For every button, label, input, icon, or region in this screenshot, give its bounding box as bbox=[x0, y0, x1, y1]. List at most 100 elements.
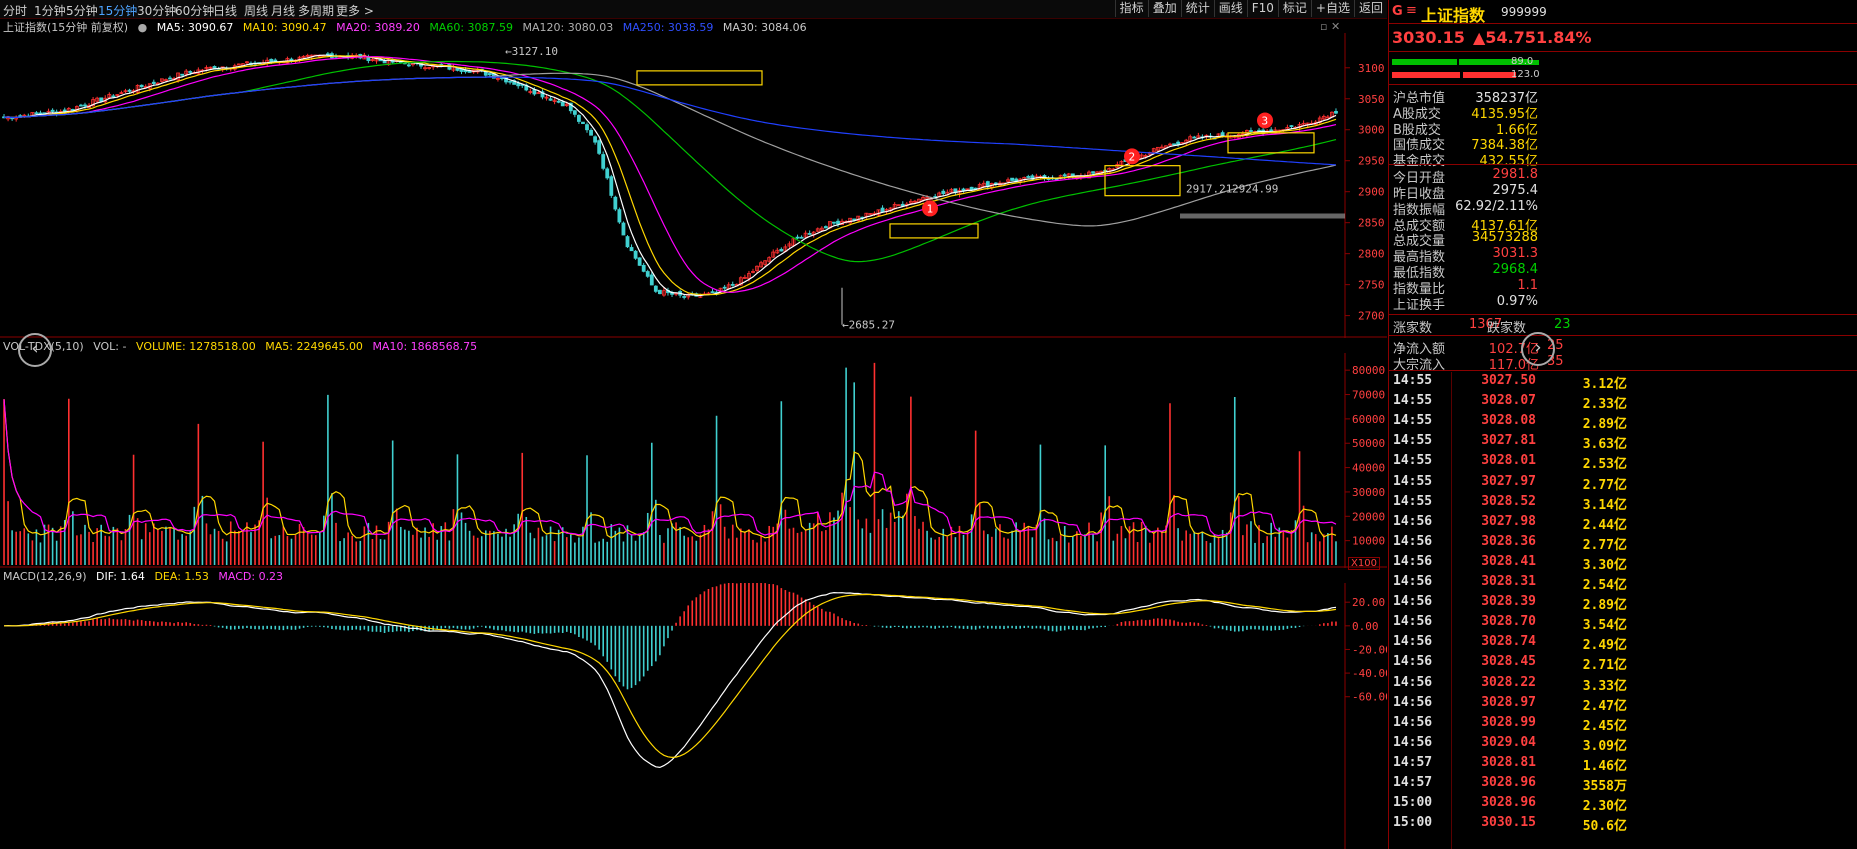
candle-body bbox=[560, 101, 565, 107]
y-tick-label: 3000 bbox=[1358, 124, 1385, 137]
menu-icon[interactable]: ≡ bbox=[1406, 3, 1417, 18]
y-tick-label: 2700 bbox=[1358, 310, 1385, 323]
candle-body bbox=[836, 220, 840, 225]
tick-price: 3030.15 bbox=[1481, 815, 1536, 831]
tool-button-6[interactable]: +自选 bbox=[1310, 0, 1354, 17]
y-tick-label: -40.00 bbox=[1352, 667, 1387, 680]
tick-row: 14:55 3028.07 2.33亿 bbox=[1389, 392, 1857, 412]
period-tab-3[interactable]: 15分钟 bbox=[98, 2, 137, 19]
tool-button-4[interactable]: F10 bbox=[1246, 0, 1278, 17]
candle-body bbox=[188, 71, 193, 73]
tick-row: 14:56 3028.22 3.33亿 bbox=[1389, 674, 1857, 694]
tick-row: 14:56 3028.99 2.45亿 bbox=[1389, 714, 1857, 734]
period-tab-9[interactable]: 多周期 bbox=[298, 2, 334, 19]
tick-price: 3028.96 bbox=[1481, 795, 1536, 811]
down-bar bbox=[1392, 72, 1460, 78]
tick-price: 3028.99 bbox=[1481, 714, 1536, 730]
period-tab-5[interactable]: 60分钟 bbox=[175, 2, 214, 19]
tick-row: 14:55 3027.81 3.63亿 bbox=[1389, 432, 1857, 452]
period-tab-10[interactable]: 更多 > bbox=[336, 2, 374, 19]
tick-time: 14:56 bbox=[1393, 533, 1433, 549]
tick-price: 3028.39 bbox=[1481, 594, 1536, 610]
kline-chart[interactable]: 3100 3050 3000 2950 2900 2850 2800 2750 2700 1 2 3 ←… bbox=[0, 33, 1387, 338]
candle-body bbox=[593, 136, 598, 143]
tick-amount: 2.54亿 bbox=[1582, 578, 1627, 593]
box-label-right: 2924.99 bbox=[1232, 183, 1278, 196]
window-controls[interactable]: ▫ ✕ bbox=[1320, 20, 1340, 33]
highlight-box bbox=[889, 223, 979, 239]
candle-body bbox=[269, 58, 274, 63]
vol-ma5-line bbox=[3, 399, 1337, 539]
candle-body bbox=[548, 98, 553, 101]
y-tick-label: 10000 bbox=[1352, 535, 1385, 548]
y-tick-label: 0.00 bbox=[1352, 620, 1379, 633]
candle-body bbox=[799, 236, 804, 239]
vol-vol: VOL: - bbox=[93, 340, 127, 353]
tick-time: 15:00 bbox=[1393, 795, 1433, 811]
volume-chart[interactable]: 80000 70000 60000 50000 40000 30000 20000 10000 bbox=[0, 353, 1387, 568]
candle-body bbox=[1249, 130, 1253, 132]
candle-body bbox=[127, 89, 132, 92]
y-tick-label: -60.00 bbox=[1352, 691, 1387, 704]
candle-body bbox=[572, 110, 577, 115]
tick-amount: 2.49亿 bbox=[1582, 638, 1627, 654]
box-label-left: 2917.21 bbox=[1186, 183, 1232, 196]
ma120-line bbox=[3, 72, 1337, 227]
candle-body bbox=[653, 285, 658, 292]
macd-dif: DIF: 1.64 bbox=[96, 570, 145, 583]
y-tick-label: 2950 bbox=[1358, 155, 1385, 168]
period-tab-7[interactable]: 周线 bbox=[244, 2, 268, 19]
period-tab-6[interactable]: 日线 bbox=[213, 2, 237, 19]
tick-row: 14:56 3028.97 2.47亿 bbox=[1389, 694, 1857, 714]
tick-price: 3028.07 bbox=[1481, 393, 1536, 409]
down-bar-2 bbox=[1463, 72, 1516, 78]
candle-body bbox=[50, 109, 55, 112]
candle-body bbox=[625, 236, 630, 248]
next-arrow-button[interactable]: › bbox=[1521, 332, 1555, 366]
tick-amount: 2.53亿 bbox=[1582, 457, 1627, 473]
tool-button-7[interactable]: 返回 bbox=[1353, 0, 1387, 17]
period-tab-2[interactable]: 5分钟 bbox=[66, 2, 98, 19]
candle-body bbox=[111, 95, 116, 98]
period-tab-8[interactable]: 月线 bbox=[271, 2, 295, 19]
tool-button-5[interactable]: 标记 bbox=[1277, 0, 1311, 17]
tick-amount: 2.77亿 bbox=[1582, 477, 1627, 493]
tool-button-3[interactable]: 画线 bbox=[1213, 0, 1247, 17]
candle-body bbox=[1010, 177, 1014, 181]
tick-time: 14:55 bbox=[1393, 453, 1433, 469]
stat-label: 上证换手 bbox=[1393, 297, 1446, 313]
y-tick-label: 3100 bbox=[1358, 62, 1385, 75]
tick-time: 14:55 bbox=[1393, 373, 1433, 388]
stat-row: 上证换手 0.97% bbox=[1389, 293, 1857, 313]
candle-body bbox=[1172, 143, 1176, 146]
price-change: ▲54.75 bbox=[1473, 28, 1536, 47]
period-tab-0[interactable]: 分时 bbox=[3, 2, 27, 19]
period-tab-1[interactable]: 1分钟 bbox=[34, 2, 66, 19]
tick-time: 14:56 bbox=[1393, 553, 1433, 569]
current-price: 3030.15 bbox=[1392, 28, 1465, 47]
tick-time: 14:55 bbox=[1393, 433, 1433, 449]
candle-body bbox=[852, 218, 857, 221]
tick-row: 14:57 3028.96 3558万 bbox=[1389, 774, 1857, 794]
candle-body bbox=[637, 257, 642, 266]
tick-row: 14:57 3028.81 1.46亿 bbox=[1389, 754, 1857, 774]
candle-body bbox=[139, 84, 144, 88]
tool-button-1[interactable]: 叠加 bbox=[1147, 0, 1181, 17]
tool-button-2[interactable]: 统计 bbox=[1180, 0, 1214, 17]
quote-panel: G ≡ 上证指数 999999 3030.15 ▲54.75 1.84% 89.… bbox=[1388, 0, 1857, 849]
marker-label: 1 bbox=[927, 202, 934, 215]
tick-price: 3028.31 bbox=[1481, 574, 1536, 589]
tick-time: 14:55 bbox=[1393, 413, 1433, 429]
tick-row: 15:00 3030.15 50.6亿 bbox=[1389, 814, 1857, 834]
candle-body bbox=[601, 154, 606, 169]
candle-body bbox=[79, 104, 83, 107]
macd-chart[interactable]: 20.00 0.00 -20.00 -40.00 -60.00 bbox=[0, 583, 1387, 849]
logo-icon: G bbox=[1392, 4, 1403, 19]
chart-tools: 指标 叠加 统计 画线 F10 标记 +自选 返回 bbox=[1114, 0, 1387, 18]
candle-body bbox=[779, 248, 784, 252]
candle-body bbox=[641, 264, 646, 272]
period-tab-4[interactable]: 30分钟 bbox=[137, 2, 176, 19]
tool-button-0[interactable]: 指标 bbox=[1114, 0, 1148, 17]
tick-price: 3028.22 bbox=[1481, 674, 1536, 690]
candle-body bbox=[556, 100, 561, 103]
